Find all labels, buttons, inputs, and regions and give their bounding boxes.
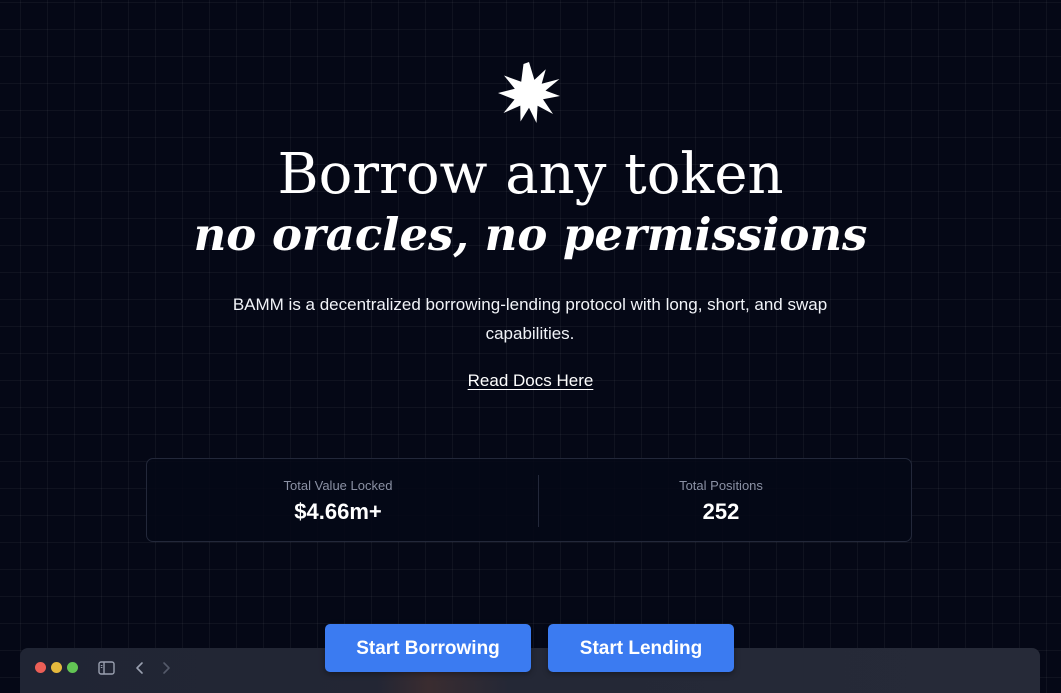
hero-subtitle: no oracles, no permissions [193,208,868,261]
stat-total-value-locked: Total Value Locked $4.66m+ [147,459,529,543]
maximize-dot-icon[interactable] [67,662,78,673]
read-docs-link[interactable]: Read Docs Here [468,371,594,390]
close-dot-icon[interactable] [35,662,46,673]
stat-label: Total Value Locked [283,478,393,493]
sidebar-toggle-icon[interactable] [98,660,115,676]
hero-title: Borrow any token [277,142,784,207]
minimize-dot-icon[interactable] [51,662,62,673]
stat-value: $4.66m+ [294,499,382,524]
back-arrow-icon[interactable] [135,660,145,676]
start-lending-button[interactable]: Start Lending [548,624,734,672]
hero-description: BAMM is a decentralized borrowing-lendin… [232,295,828,343]
stat-label: Total Positions [679,478,763,493]
stats-panel: Total Value Locked $4.66m+ Total Positio… [146,458,912,542]
stat-total-positions: Total Positions 252 [530,459,912,543]
starburst-logo-icon [498,62,560,124]
start-borrowing-button[interactable]: Start Borrowing [325,624,531,672]
docs-link-container: Read Docs Here [0,369,1061,393]
forward-arrow-icon[interactable] [161,660,171,676]
stat-value: 252 [702,499,740,524]
